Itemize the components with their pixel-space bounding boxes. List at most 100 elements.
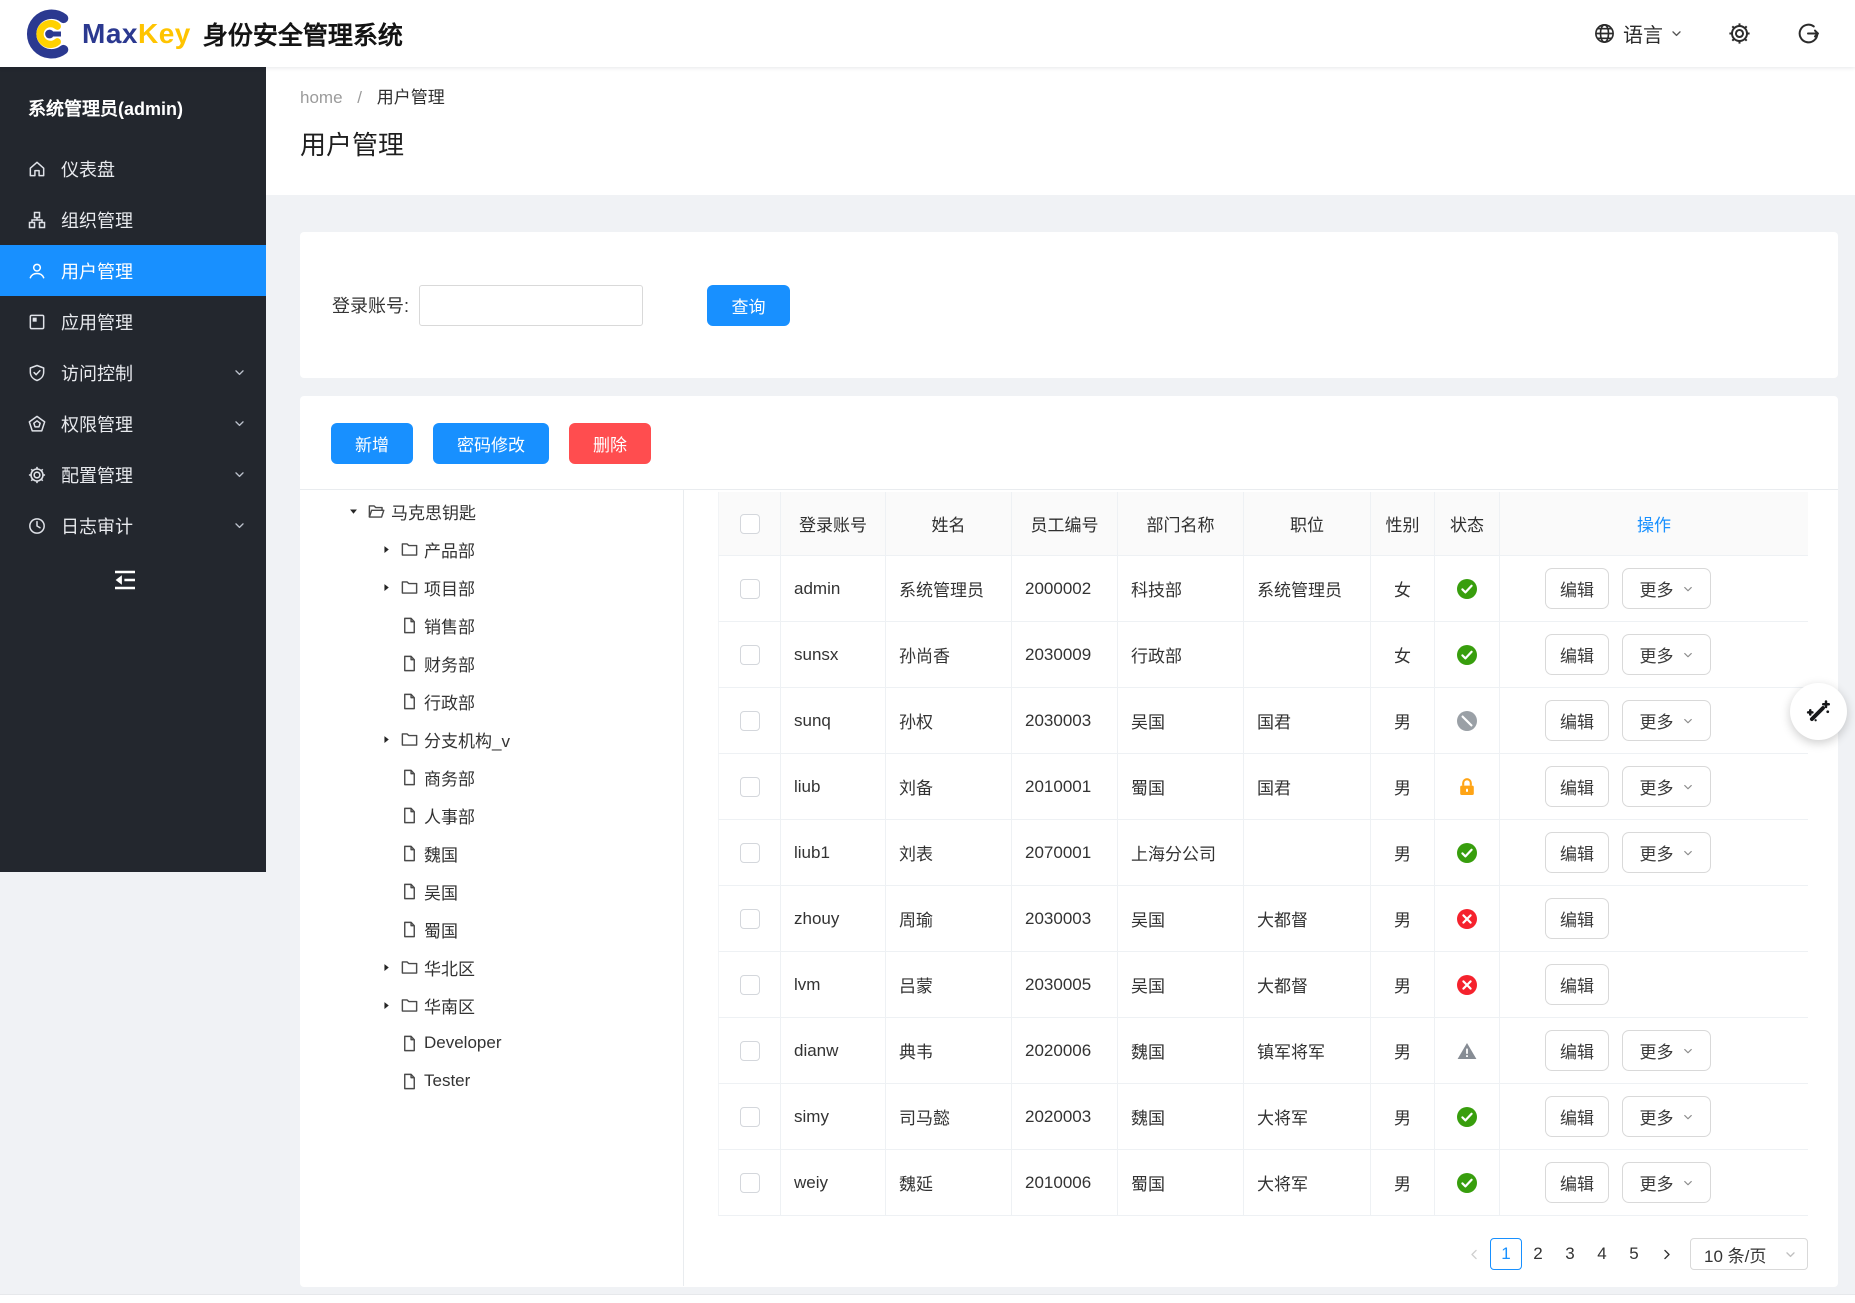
tree-node[interactable]: Tester: [300, 1062, 683, 1100]
edit-button[interactable]: 编辑: [1545, 568, 1609, 609]
gear-icon: [27, 465, 47, 485]
prev-page-button[interactable]: [1458, 1238, 1490, 1270]
more-button[interactable]: 更多: [1622, 634, 1711, 675]
chevron-down-icon: [233, 519, 246, 532]
tree-node[interactable]: 人事部: [300, 796, 683, 834]
menu-fold-icon[interactable]: [110, 565, 140, 595]
page-button-4[interactable]: 4: [1586, 1238, 1618, 1270]
tree-node[interactable]: 商务部: [300, 758, 683, 796]
status-inactive-icon: [1457, 909, 1477, 929]
table-row: simy司马懿2020003魏国大将军男编辑更多: [718, 1084, 1808, 1150]
content: home / 用户管理 用户管理 登录账号: 查询 新增 密码修改 删除 马克思…: [266, 67, 1855, 1303]
next-page-button[interactable]: [1650, 1238, 1682, 1270]
page-button-2[interactable]: 2: [1522, 1238, 1554, 1270]
status-active-icon: [1457, 1107, 1477, 1127]
tree-node[interactable]: 产品部: [300, 530, 683, 568]
tree-node[interactable]: 行政部: [300, 682, 683, 720]
search-input[interactable]: [419, 285, 643, 326]
row-checkbox[interactable]: [740, 1173, 760, 1193]
row-checkbox[interactable]: [740, 579, 760, 599]
row-select-cell: [718, 556, 781, 622]
sidebar-item-organization[interactable]: 组织管理: [0, 194, 266, 245]
search-button[interactable]: 查询: [707, 285, 790, 326]
caret-down-icon[interactable]: [339, 503, 367, 519]
row-checkbox[interactable]: [740, 1041, 760, 1061]
tree-node[interactable]: 项目部: [300, 568, 683, 606]
cell-department: 上海分公司: [1118, 820, 1244, 886]
tree-node-label: 项目部: [424, 575, 475, 600]
logout-icon[interactable]: [1796, 21, 1821, 46]
edit-button[interactable]: 编辑: [1545, 700, 1609, 741]
edit-button[interactable]: 编辑: [1545, 1030, 1609, 1071]
more-button[interactable]: 更多: [1622, 700, 1711, 741]
chevron-down-icon: [1784, 1248, 1797, 1261]
page-size-select[interactable]: 10 条/页: [1690, 1238, 1808, 1270]
row-checkbox[interactable]: [740, 909, 760, 929]
gear-icon[interactable]: [1727, 21, 1752, 46]
caret-right-icon[interactable]: [372, 731, 400, 747]
page-button-5[interactable]: 5: [1618, 1238, 1650, 1270]
page-title: 用户管理: [300, 125, 1821, 162]
tree-node[interactable]: 魏国: [300, 834, 683, 872]
edit-button[interactable]: 编辑: [1545, 1096, 1609, 1137]
tree-node[interactable]: 华南区: [300, 986, 683, 1024]
breadcrumb: home / 用户管理: [300, 83, 1821, 108]
page-button-3[interactable]: 3: [1554, 1238, 1586, 1270]
caret-right-icon[interactable]: [372, 541, 400, 557]
row-checkbox[interactable]: [740, 777, 760, 797]
cell-position: 镇军将军: [1244, 1018, 1371, 1084]
more-button[interactable]: 更多: [1622, 766, 1711, 807]
page-button-1[interactable]: 1: [1490, 1238, 1522, 1270]
sidebar-item-applications[interactable]: 应用管理: [0, 296, 266, 347]
cell-account: liub: [781, 754, 886, 820]
tree-node[interactable]: 马克思钥匙: [300, 492, 683, 530]
delete-button[interactable]: 删除: [569, 423, 651, 464]
cell-status: [1435, 622, 1500, 688]
sidebar-item-config[interactable]: 配置管理: [0, 449, 266, 500]
edit-button[interactable]: 编辑: [1545, 634, 1609, 675]
content-body: 登录账号: 查询 新增 密码修改 删除 马克思钥匙产品部项目部销售部财务部行政部…: [266, 195, 1855, 1287]
content-head: home / 用户管理 用户管理: [266, 67, 1855, 195]
more-button[interactable]: 更多: [1622, 568, 1711, 609]
sidebar-item-audit[interactable]: 日志审计: [0, 500, 266, 551]
caret-right-icon[interactable]: [372, 959, 400, 975]
row-checkbox[interactable]: [740, 711, 760, 731]
sidebar-item-access[interactable]: 访问控制: [0, 347, 266, 398]
tree-node[interactable]: 销售部: [300, 606, 683, 644]
sidebar-item-permissions[interactable]: 权限管理: [0, 398, 266, 449]
edit-button[interactable]: 编辑: [1545, 964, 1609, 1005]
row-checkbox[interactable]: [740, 1107, 760, 1127]
add-button[interactable]: 新增: [331, 423, 413, 464]
edit-button[interactable]: 编辑: [1545, 1162, 1609, 1203]
edit-button[interactable]: 编辑: [1545, 832, 1609, 873]
change-password-button[interactable]: 密码修改: [433, 423, 549, 464]
more-button[interactable]: 更多: [1622, 1096, 1711, 1137]
tree-node[interactable]: 吴国: [300, 872, 683, 910]
select-all-checkbox[interactable]: [740, 514, 760, 534]
sidebar-user: 系统管理员(admin): [0, 67, 266, 143]
tree-node[interactable]: Developer: [300, 1024, 683, 1062]
tree-node[interactable]: 蜀国: [300, 910, 683, 948]
more-button[interactable]: 更多: [1622, 1030, 1711, 1071]
sidebar-item-users[interactable]: 用户管理: [0, 245, 266, 296]
language-menu[interactable]: 语言: [1593, 19, 1683, 48]
row-checkbox[interactable]: [740, 645, 760, 665]
breadcrumb-home[interactable]: home: [300, 88, 343, 107]
edit-button[interactable]: 编辑: [1545, 898, 1609, 939]
tree-node[interactable]: 财务部: [300, 644, 683, 682]
tree-node[interactable]: 华北区: [300, 948, 683, 986]
table-row: lvm吕蒙2030005吴国大都督男编辑: [718, 952, 1808, 1018]
row-checkbox[interactable]: [740, 843, 760, 863]
sidebar-item-dashboard[interactable]: 仪表盘: [0, 143, 266, 194]
tree-node[interactable]: 分支机构_v: [300, 720, 683, 758]
magic-wand-button[interactable]: [1790, 683, 1847, 740]
caret-right-icon[interactable]: [372, 579, 400, 595]
row-checkbox[interactable]: [740, 975, 760, 995]
caret-right-icon[interactable]: [372, 997, 400, 1013]
table-pane: 登录账号姓名员工编号部门名称职位性别状态操作 admin系统管理员2000002…: [684, 490, 1838, 1286]
column-header[interactable]: 操作: [1500, 492, 1808, 556]
row-select-cell: [718, 1150, 781, 1216]
more-button[interactable]: 更多: [1622, 1162, 1711, 1203]
edit-button[interactable]: 编辑: [1545, 766, 1609, 807]
more-button[interactable]: 更多: [1622, 832, 1711, 873]
